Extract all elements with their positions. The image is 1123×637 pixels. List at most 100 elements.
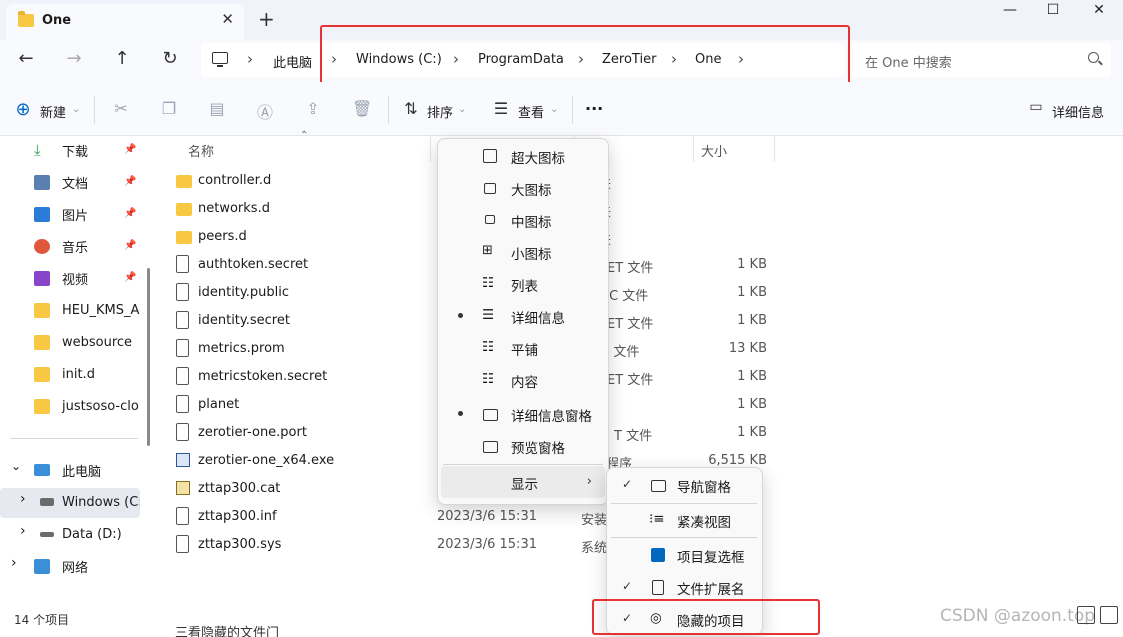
file-row[interactable]: identity.public: [176, 278, 289, 306]
file-row[interactable]: peers.d: [176, 222, 247, 250]
check-icon: ✓: [622, 579, 633, 593]
breadcrumb-this-pc[interactable]: 此电脑: [273, 52, 312, 71]
cut-icon[interactable]: ✂: [112, 99, 130, 118]
menu-item-medium-icons[interactable]: 中图标: [438, 204, 608, 236]
file-row[interactable]: zerotier-one.port: [176, 418, 307, 446]
menu-item-list[interactable]: ☷ 列表: [438, 268, 608, 300]
folder-icon: [176, 202, 192, 216]
sidebar-item-network[interactable]: 网络: [34, 552, 154, 580]
sidebar-scrollbar[interactable]: [147, 268, 150, 446]
sidebar-item-label: 文档: [62, 176, 89, 192]
column-header-size[interactable]: 大小: [701, 141, 727, 160]
file-name: identity.public: [198, 284, 289, 300]
search-box[interactable]: 在 One 中搜索: [853, 43, 1111, 77]
breadcrumb-separator: ›: [247, 50, 253, 68]
menu-item-preview-pane[interactable]: 预览窗格: [438, 430, 608, 462]
sidebar-item-windows-c[interactable]: Windows (C:): [40, 488, 140, 516]
file-type: 系统: [581, 541, 608, 556]
catalog-icon: [176, 481, 190, 495]
details-icon: ☰: [482, 307, 495, 323]
column-header-name[interactable]: 名称: [188, 141, 214, 160]
watermark: CSDN @azoon.top: [940, 606, 1096, 626]
details-view-toggle-icon[interactable]: [1077, 606, 1095, 624]
file-icon: [176, 395, 189, 413]
paste-icon[interactable]: ▤: [208, 99, 226, 118]
close-tab-button[interactable]: ✕: [221, 10, 234, 28]
menu-separator: [611, 537, 757, 538]
pin-icon: 📌: [124, 208, 137, 219]
expand-chevron-icon[interactable]: ›: [20, 491, 26, 507]
file-size: 1 KB: [737, 257, 767, 272]
more-options-button[interactable]: ···: [585, 99, 603, 118]
selected-dot-icon: [458, 411, 463, 416]
file-row[interactable]: zttap300.cat: [176, 474, 280, 502]
sidebar-item-init-d[interactable]: init.d: [34, 360, 154, 388]
menu-item-details[interactable]: ☰ 详细信息: [438, 300, 608, 332]
new-tab-button[interactable]: +: [258, 7, 275, 31]
sidebar-item-justsoso-cloud[interactable]: justsoso-cloud: [34, 392, 140, 420]
submenu-item-item-checkboxes[interactable]: 项目复选框: [606, 539, 761, 571]
folder-icon: [34, 366, 50, 382]
file-row[interactable]: identity.secret: [176, 306, 290, 334]
up-button[interactable]: ↑: [110, 48, 134, 72]
column-divider[interactable]: [430, 136, 431, 162]
column-divider[interactable]: [774, 136, 775, 162]
view-icon: ☰: [493, 99, 509, 118]
sidebar-item-this-pc[interactable]: 此电脑: [34, 456, 154, 484]
file-row[interactable]: authtoken.secret: [176, 250, 308, 278]
toolbar-divider: [94, 96, 95, 124]
submenu-item-compact-view[interactable]: ⁝≡ 紧凑视图: [606, 504, 761, 536]
file-row[interactable]: zerotier-one_x64.exe: [176, 446, 334, 474]
menu-item-show[interactable]: 显示 ›: [438, 466, 608, 498]
file-row[interactable]: networks.d: [176, 194, 270, 222]
rename-icon[interactable]: Ⓐ: [256, 99, 274, 122]
sidebar-item-heu-kms[interactable]: HEU_KMS_Acti: [34, 296, 140, 324]
menu-item-content[interactable]: ☷ 内容: [438, 364, 608, 396]
file-row[interactable]: zttap300.inf: [176, 502, 277, 530]
sort-button[interactable]: 排序: [427, 102, 453, 121]
submenu-item-label: 文件扩展名: [677, 582, 745, 598]
sidebar-item-websource[interactable]: websource: [34, 328, 154, 356]
view-button[interactable]: 查看: [518, 102, 544, 121]
forward-button[interactable]: →: [62, 48, 86, 72]
expand-chevron-icon[interactable]: ›: [20, 523, 26, 539]
file-row[interactable]: metricstoken.secret: [176, 362, 327, 390]
copy-icon[interactable]: ❐: [160, 99, 178, 118]
share-icon[interactable]: ⇪: [304, 99, 322, 118]
file-name: zttap300.cat: [198, 480, 281, 496]
collapse-chevron-icon[interactable]: ⌄: [11, 459, 21, 473]
list-icon: ☷: [482, 275, 495, 291]
minimize-button[interactable]: —: [987, 2, 1033, 26]
file-type: T 文件: [614, 429, 653, 444]
submenu-item-navigation-pane[interactable]: ✓ 导航窗格: [606, 469, 761, 501]
expand-chevron-icon[interactable]: ›: [11, 555, 17, 571]
drive-icon: [40, 531, 54, 537]
details-pane-button[interactable]: 详细信息: [1052, 102, 1104, 121]
file-date: 2023/3/6 15:31: [437, 509, 537, 524]
menu-item-extra-large-icons[interactable]: 超大图标: [438, 140, 608, 172]
menu-item-details-pane[interactable]: 详细信息窗格: [438, 398, 608, 430]
menu-item-small-icons[interactable]: ⊞ 小图标: [438, 236, 608, 268]
close-window-button[interactable]: ✕: [1076, 2, 1122, 26]
file-name: metrics.prom: [198, 340, 285, 356]
file-date: 2023/3/6 15:31: [437, 537, 537, 552]
file-row[interactable]: controller.d: [176, 166, 271, 194]
file-name: zttap300.inf: [198, 508, 277, 524]
file-row[interactable]: metrics.prom: [176, 334, 285, 362]
column-divider[interactable]: [693, 136, 694, 162]
file-row[interactable]: zttap300.sys: [176, 530, 281, 558]
sidebar-item-label: Windows (C:): [62, 494, 140, 510]
file-size: 1 KB: [737, 369, 767, 384]
tab-one[interactable]: One ✕: [6, 4, 244, 40]
maximize-button[interactable]: ☐: [1030, 2, 1076, 26]
new-button[interactable]: 新建: [40, 102, 66, 121]
search-placeholder: 在 One 中搜索: [865, 56, 952, 71]
tiles-view-toggle-icon[interactable]: [1100, 606, 1118, 624]
menu-item-tiles[interactable]: ☷ 平铺: [438, 332, 608, 364]
refresh-button[interactable]: ↻: [158, 48, 182, 72]
back-button[interactable]: ←: [14, 48, 38, 72]
file-row[interactable]: planet: [176, 390, 239, 418]
sidebar-item-data-d[interactable]: Data (D:): [40, 520, 140, 548]
delete-icon[interactable]: 🗑: [352, 99, 372, 118]
menu-item-large-icons[interactable]: 大图标: [438, 172, 608, 204]
